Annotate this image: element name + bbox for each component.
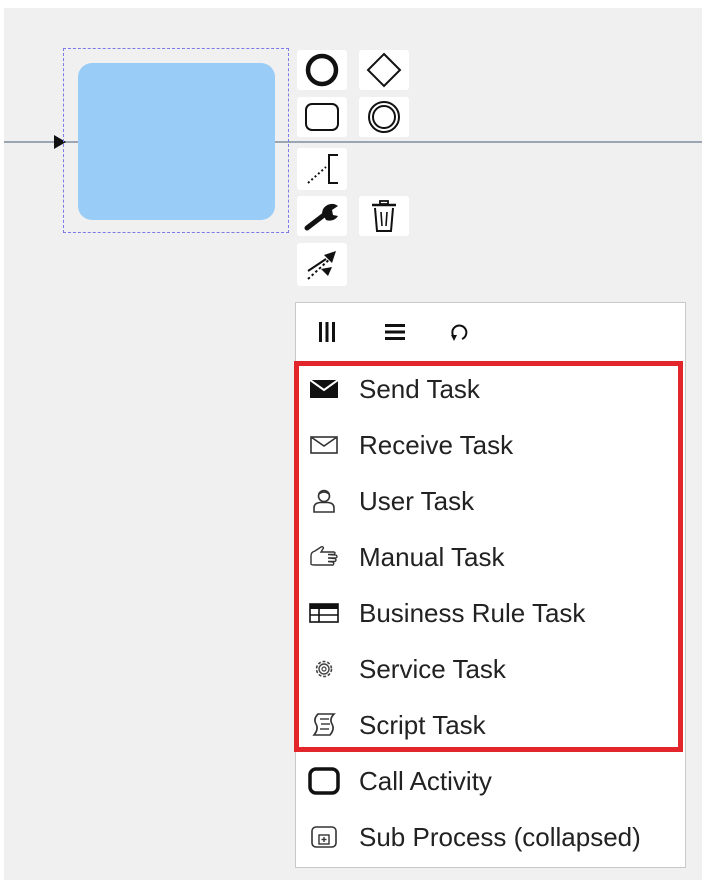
loop-button[interactable] (443, 316, 475, 348)
replace-menu-header (297, 304, 685, 360)
menu-item-manual-task[interactable]: Manual Task (305, 529, 683, 585)
menu-item-user-task[interactable]: User Task (305, 473, 683, 529)
menu-item-label: Manual Task (359, 541, 505, 572)
annotation-icon (307, 154, 338, 184)
menu-item-label: Business Rule Task (359, 597, 586, 628)
menu-item-label: Send Task (359, 373, 480, 404)
thick-circle-icon (305, 53, 339, 87)
delete-button[interactable] (359, 196, 409, 236)
replace-menu: Send Task Receive Task User Task Manual … (295, 302, 686, 868)
append-task-button[interactable] (297, 97, 347, 137)
menu-item-label: Call Activity (359, 765, 492, 796)
envelope-filled-icon (305, 373, 343, 405)
append-gateway-button[interactable] (359, 50, 409, 90)
gear-icon (305, 653, 343, 685)
menu-item-sub-process-collapsed[interactable]: Sub Process (collapsed) (305, 809, 683, 865)
append-intermediate-event-button[interactable] (359, 97, 409, 137)
menu-item-label: Script Task (359, 709, 486, 740)
hand-icon (305, 541, 343, 573)
rounded-rect-icon (305, 103, 339, 131)
double-circle-icon (368, 101, 400, 133)
menu-item-label: Receive Task (359, 429, 514, 460)
sequential-multi-instance-button[interactable] (379, 316, 411, 348)
subprocess-collapsed-icon (305, 821, 343, 853)
menu-item-send-task[interactable]: Send Task (305, 361, 683, 417)
trash-icon (372, 200, 396, 232)
envelope-outline-icon (305, 429, 343, 461)
menu-item-receive-task[interactable]: Receive Task (305, 417, 683, 473)
append-end-event-button[interactable] (297, 50, 347, 90)
connect-arrow-icon (307, 250, 336, 280)
menu-item-label: User Task (359, 485, 475, 516)
menu-item-script-task[interactable]: Script Task (305, 697, 683, 753)
menu-item-call-activity[interactable]: Call Activity (305, 753, 683, 809)
parallel-multi-instance-button[interactable] (311, 316, 343, 348)
menu-item-service-task[interactable]: Service Task (305, 641, 683, 697)
menu-item-business-rule-task[interactable]: Business Rule Task (305, 585, 683, 641)
append-text-annotation-button[interactable] (297, 148, 347, 190)
selection-outline (63, 48, 289, 233)
script-icon (305, 709, 343, 741)
menu-item-label: Sub Process (collapsed) (359, 821, 641, 852)
diamond-icon (366, 52, 402, 88)
table-icon (305, 597, 343, 629)
menu-item-label: Service Task (359, 653, 506, 684)
vertical-bars-icon (319, 322, 335, 342)
wrench-icon (304, 203, 338, 231)
horizontal-bars-icon (385, 324, 405, 340)
loop-icon (451, 324, 468, 341)
thick-rounded-rect-icon (305, 765, 343, 797)
connect-button[interactable] (297, 243, 347, 286)
user-icon (305, 485, 343, 517)
change-type-button[interactable] (297, 196, 347, 236)
